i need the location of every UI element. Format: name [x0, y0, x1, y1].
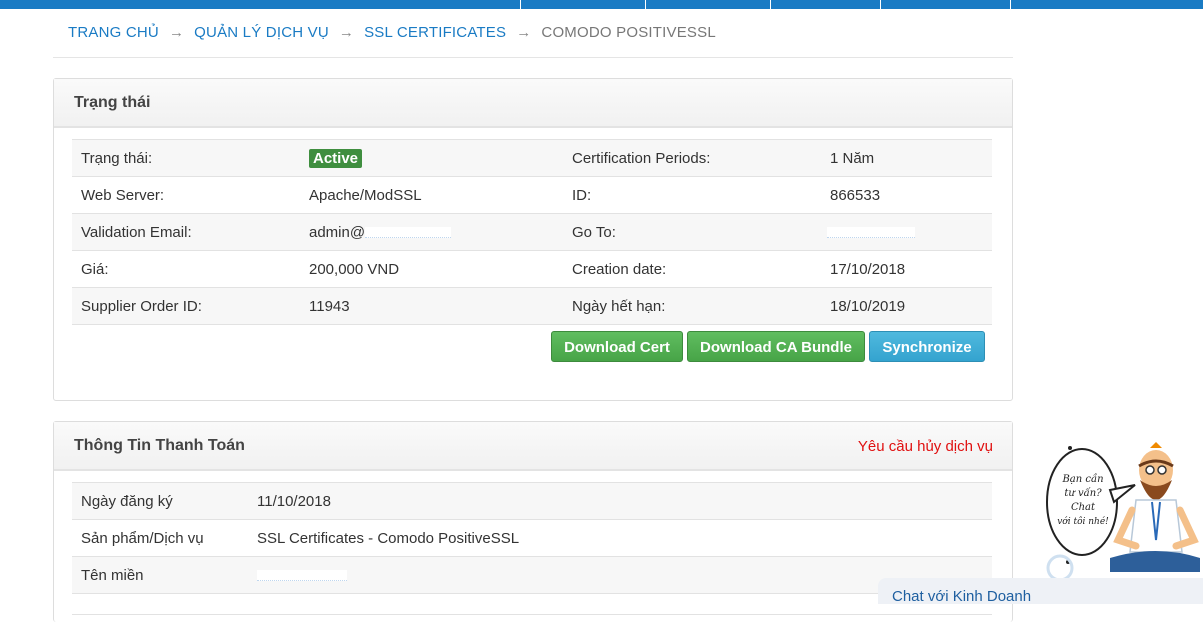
validation-email-label: Validation Email: — [72, 213, 300, 251]
registration-date-label: Ngày đăng ký — [72, 482, 248, 520]
breadcrumb-divider — [53, 57, 1013, 58]
cancel-service-link[interactable]: Yêu cầu hủy dịch vụ — [858, 438, 993, 455]
breadcrumb-services[interactable]: QUẢN LÝ DỊCH VỤ — [194, 24, 329, 41]
payment-panel-header: Thông Tin Thanh Toán Yêu cầu hủy dịch vụ — [54, 422, 1012, 471]
chat-bubble-line-1: Bạn cần — [1061, 473, 1103, 485]
download-ca-bundle-button[interactable]: Download CA Bundle — [687, 331, 865, 362]
status-panel-title: Trạng thái — [74, 94, 151, 111]
breadcrumb-current: COMODO POSITIVESSL — [541, 24, 716, 41]
periods-value: 1 Năm — [821, 139, 992, 177]
breadcrumb-arrow-icon: → — [516, 24, 532, 41]
table-row: Trạng thái: Active Certification Periods… — [72, 139, 992, 177]
table-row: Giá: 200,000 VND Creation date: 17/10/20… — [72, 250, 992, 288]
price-value: 200,000 VND — [300, 250, 563, 288]
chat-bubble-line-2: tư vấn? — [1064, 488, 1102, 499]
price-label: Giá: — [72, 250, 300, 288]
domain-redacted — [257, 570, 347, 582]
product-value: SSL Certificates - Comodo PositiveSSL — [248, 519, 992, 557]
status-panel-header: Trạng thái — [54, 79, 1012, 128]
goto-link-redacted[interactable] — [827, 227, 915, 239]
table-row: Web Server: Apache/ModSSL ID: 866533 — [72, 176, 992, 214]
breadcrumb-arrow-icon: → — [338, 24, 355, 41]
payment-panel: Thông Tin Thanh Toán Yêu cầu hủy dịch vụ… — [53, 421, 1013, 622]
download-cert-button[interactable]: Download Cert — [551, 331, 683, 362]
breadcrumb-arrow-icon: → — [168, 24, 185, 41]
chat-bubble-line-3: Chat — [1071, 502, 1096, 513]
table-row: Sản phẩm/Dịch vụ SSL Certificates - Como… — [72, 519, 992, 557]
web-server-value: Apache/ModSSL — [300, 176, 563, 214]
breadcrumb-ssl[interactable]: SSL CERTIFICATES — [364, 24, 506, 41]
chat-mascot-icon: Bạn cần tư vấn? Chat với tôi nhé! — [1046, 442, 1200, 582]
creation-date-value: 17/10/2018 — [821, 250, 992, 288]
registration-date-value: 11/10/2018 — [248, 482, 992, 520]
supplier-order-label: Supplier Order ID: — [72, 287, 300, 325]
table-row — [72, 593, 992, 615]
redacted-text — [365, 227, 452, 239]
creation-date-label: Creation date: — [563, 250, 821, 288]
chat-sales-label: Chat với Kinh Doanh — [892, 588, 1032, 605]
synchronize-button[interactable]: Synchronize — [869, 331, 985, 362]
status-label: Trạng thái: — [72, 139, 300, 177]
breadcrumb: TRANG CHỦ → QUẢN LÝ DỊCH VỤ → SSL CERTIFICAT… — [68, 24, 716, 41]
periods-label: Certification Periods: — [563, 139, 821, 177]
table-row: Tên miền — [72, 556, 992, 594]
product-label: Sản phẩm/Dịch vụ — [72, 519, 248, 557]
status-badge: Active — [309, 148, 363, 168]
payment-panel-title: Thông Tin Thanh Toán — [74, 437, 245, 454]
breadcrumb-home[interactable]: TRANG CHỦ — [68, 24, 159, 41]
id-value: 866533 — [821, 176, 992, 214]
web-server-label: Web Server: — [72, 176, 300, 214]
expiry-date-value: 18/10/2019 — [821, 287, 992, 325]
chat-bubble-line-4: với tôi nhé! — [1057, 516, 1109, 527]
domain-label: Tên miền — [72, 556, 248, 594]
top-nav-bar — [0, 0, 1203, 9]
goto-label: Go To: — [563, 213, 821, 251]
payment-table: Ngày đăng ký 11/10/2018 Sản phẩm/Dịch vụ… — [72, 482, 992, 615]
expiry-date-label: Ngày hết hạn: — [563, 287, 821, 325]
validation-email-value: admin@ — [309, 223, 366, 241]
status-table: Trạng thái: Active Certification Periods… — [72, 139, 992, 325]
supplier-order-value: 11943 — [300, 287, 563, 325]
table-row: Supplier Order ID: 11943 Ngày hết hạn: 1… — [72, 287, 992, 325]
chat-sales-bar[interactable]: Chat với Kinh Doanh — [878, 578, 1203, 605]
table-row: Validation Email: admin@ Go To: — [72, 213, 992, 251]
table-row: Ngày đăng ký 11/10/2018 — [72, 482, 992, 520]
id-label: ID: — [563, 176, 821, 214]
chat-widget[interactable]: Bạn cần tư vấn? Chat với tôi nhé! — [1040, 440, 1203, 582]
